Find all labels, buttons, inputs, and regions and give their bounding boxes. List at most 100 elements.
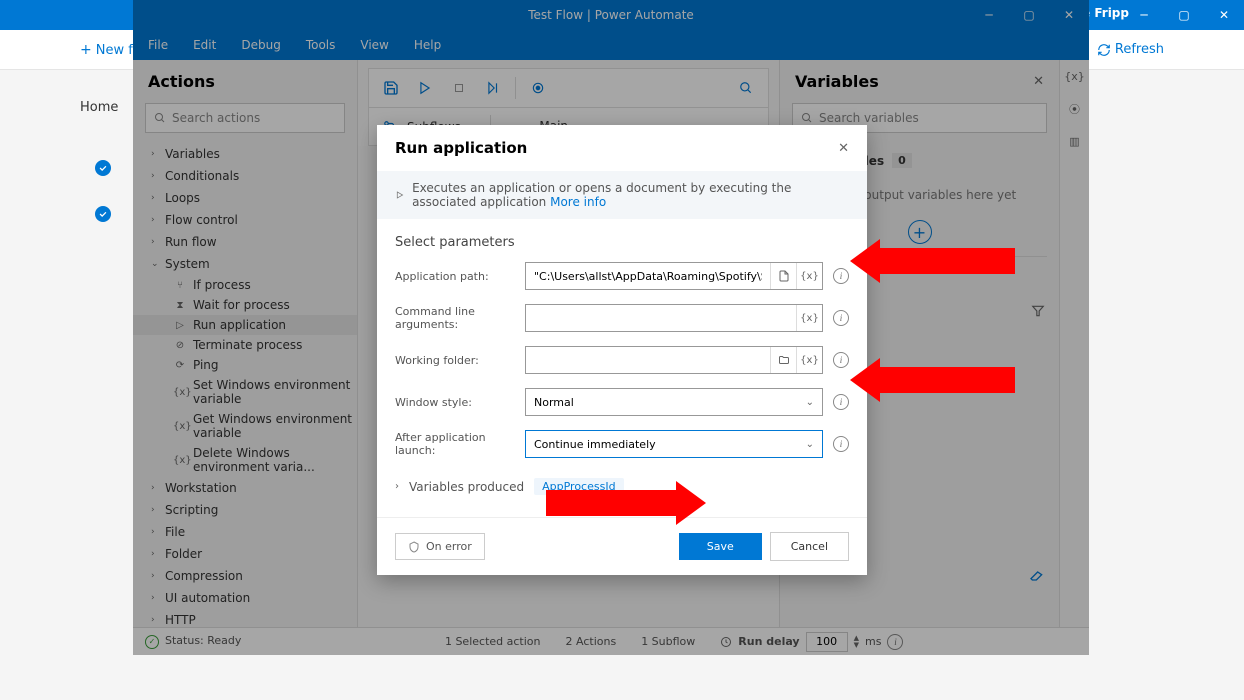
tree-node[interactable]: ›Variables <box>133 143 357 165</box>
menu-tools[interactable]: Tools <box>306 38 336 52</box>
tree-node[interactable]: ›HTTP <box>133 609 357 627</box>
images-icon[interactable]: ▥ <box>1069 135 1079 148</box>
home-link[interactable]: Home <box>80 100 118 115</box>
tree-leaf[interactable]: ⧗Wait for process <box>133 295 357 315</box>
run-application-dialog: Run application ✕ Executes an applicatio… <box>377 125 867 575</box>
eraser-icon[interactable] <box>1029 566 1045 582</box>
variables-icon[interactable]: {x} <box>1064 70 1085 83</box>
working-folder-label: Working folder: <box>395 354 515 367</box>
info-icon[interactable]: i <box>833 436 849 452</box>
tree-node[interactable]: ›Scripting <box>133 499 357 521</box>
run-button[interactable] <box>413 76 437 100</box>
after-launch-select[interactable]: Continue immediately ⌄ <box>525 430 823 458</box>
record-button[interactable] <box>526 76 550 100</box>
refresh-button[interactable]: Refresh <box>1097 42 1164 57</box>
status-selected: 1 Selected action <box>445 635 541 648</box>
tree-leaf-run-application[interactable]: ▷Run application <box>133 315 357 335</box>
tree-node[interactable]: ›File <box>133 521 357 543</box>
io-count-badge: 0 <box>892 153 912 168</box>
more-info-link[interactable]: More info <box>550 195 606 209</box>
stop-button[interactable] <box>447 76 471 100</box>
add-variable-button[interactable]: + <box>908 220 932 244</box>
info-icon[interactable]: i <box>833 268 849 284</box>
tree-node[interactable]: ›Run flow <box>133 231 357 253</box>
delay-down[interactable]: ▼ <box>854 642 859 649</box>
close-variables-panel[interactable]: ✕ <box>1033 74 1044 89</box>
run-delay-input[interactable] <box>806 632 848 652</box>
select-parameters-title: Select parameters <box>395 235 849 250</box>
on-error-button[interactable]: On error <box>395 533 485 560</box>
menu-debug[interactable]: Debug <box>241 38 280 52</box>
produced-variable-chip[interactable]: AppProcessId <box>534 478 623 495</box>
info-icon[interactable]: i <box>833 310 849 326</box>
tree-node[interactable]: ›Folder <box>133 543 357 565</box>
tree-node[interactable]: ›Workstation <box>133 477 357 499</box>
file-picker-icon[interactable] <box>770 263 796 289</box>
minimize-button[interactable]: ─ <box>1124 0 1164 30</box>
status-bar: ✓Status: Ready 1 Selected action 2 Actio… <box>133 627 1089 655</box>
window-style-label: Window style: <box>395 396 515 409</box>
tree-node[interactable]: ›Flow control <box>133 209 357 231</box>
save-button[interactable] <box>379 76 403 100</box>
close-button[interactable]: ✕ <box>1204 0 1244 30</box>
run-delay-label: Run delay <box>738 635 799 648</box>
tree-node[interactable]: ›Compression <box>133 565 357 587</box>
info-icon[interactable]: i <box>833 352 849 368</box>
tree-node-system[interactable]: ⌄System <box>133 253 357 275</box>
editor-close-button[interactable]: ✕ <box>1049 0 1089 30</box>
variable-picker-icon[interactable]: {x} <box>796 347 822 373</box>
working-folder-input[interactable] <box>526 347 770 373</box>
dialog-title: Run application <box>395 139 527 157</box>
filter-icon[interactable] <box>1031 304 1045 318</box>
tree-leaf[interactable]: {x}Get Windows environment variable <box>133 409 357 443</box>
window-style-select[interactable]: Normal ⌄ <box>525 388 823 416</box>
tree-node[interactable]: ›UI automation <box>133 587 357 609</box>
dialog-close-button[interactable]: ✕ <box>838 141 849 156</box>
cmd-args-label: Command line arguments: <box>395 305 515 331</box>
info-icon[interactable]: i <box>833 394 849 410</box>
tree-leaf[interactable]: {x}Set Windows environment variable <box>133 375 357 409</box>
menu-view[interactable]: View <box>360 38 388 52</box>
step-icon <box>486 81 500 95</box>
menu-edit[interactable]: Edit <box>193 38 216 52</box>
status-actions: 2 Actions <box>566 635 617 648</box>
chevron-down-icon: ⌄ <box>806 439 814 450</box>
cancel-button[interactable]: Cancel <box>770 532 849 561</box>
variable-picker-icon[interactable]: {x} <box>796 305 822 331</box>
menu-file[interactable]: File <box>148 38 168 52</box>
menubar: File Edit Debug Tools View Help <box>133 30 1089 60</box>
search-icon <box>154 112 166 124</box>
app-path-label: Application path: <box>395 270 515 283</box>
search-actions-input[interactable]: Search actions <box>145 103 345 133</box>
refresh-icon <box>1097 43 1111 57</box>
vars-produced-label[interactable]: Variables produced <box>409 480 524 494</box>
step-button[interactable] <box>481 76 505 100</box>
flow-status-dot <box>95 206 111 222</box>
info-icon[interactable]: i <box>887 634 903 650</box>
connections-icon[interactable]: ⦿ <box>1069 101 1080 117</box>
menu-help[interactable]: Help <box>414 38 441 52</box>
maximize-button[interactable]: ▢ <box>1164 0 1204 30</box>
cmd-args-input[interactable] <box>526 305 796 331</box>
search-icon <box>739 81 753 95</box>
status-subflows: 1 Subflow <box>641 635 695 648</box>
stop-icon <box>453 82 465 94</box>
app-path-input[interactable] <box>526 263 770 289</box>
tree-node[interactable]: ›Conditionals <box>133 165 357 187</box>
search-canvas-button[interactable] <box>734 76 758 100</box>
editor-minimize-button[interactable]: ─ <box>969 0 1009 30</box>
actions-tree: ›Variables ›Conditionals ›Loops ›Flow co… <box>133 143 357 627</box>
tree-leaf[interactable]: ⟳Ping <box>133 355 357 375</box>
variable-picker-icon[interactable]: {x} <box>796 263 822 289</box>
editor-maximize-button[interactable]: ▢ <box>1009 0 1049 30</box>
folder-picker-icon[interactable] <box>770 347 796 373</box>
play-icon <box>418 81 432 95</box>
new-flow-button[interactable]: New fl <box>80 42 136 58</box>
tree-leaf[interactable]: ⑂If process <box>133 275 357 295</box>
save-button[interactable]: Save <box>679 533 762 560</box>
tree-leaf[interactable]: {x}Delete Windows environment varia... <box>133 443 357 477</box>
clock-icon <box>720 636 732 648</box>
tree-node[interactable]: ›Loops <box>133 187 357 209</box>
play-icon <box>395 189 404 201</box>
tree-leaf[interactable]: ⊘Terminate process <box>133 335 357 355</box>
